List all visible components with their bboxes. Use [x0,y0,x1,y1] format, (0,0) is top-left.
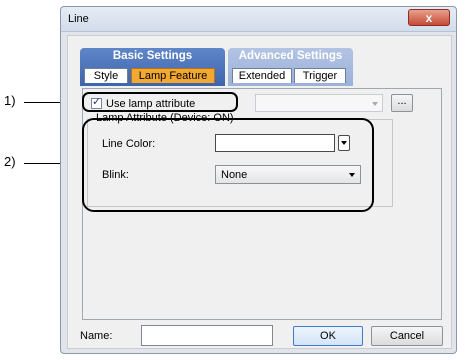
name-input[interactable] [141,325,273,346]
device-combo[interactable] [255,94,383,112]
title-bar: Line x [61,7,456,32]
tab-group-advanced-settings: Advanced Settings Extended Trigger [228,48,353,86]
annotation-2: 2) [4,154,16,169]
window-title: Line [68,13,89,25]
basic-settings-label: Basic Settings [112,50,193,62]
name-label: Name: [80,330,113,342]
browse-label: ... [397,95,407,107]
tab-extended[interactable]: Extended [232,68,292,83]
callout-2-highlight [82,118,374,212]
close-button[interactable]: x [408,9,450,26]
cancel-button[interactable]: Cancel [371,326,443,346]
chevron-down-icon [372,102,378,106]
close-icon: x [425,11,433,25]
cancel-label: Cancel [389,330,425,342]
annotation-1: 1) [4,93,16,108]
callout-1-highlight [82,92,238,112]
tab-trigger[interactable]: Trigger [294,68,346,83]
tab-style[interactable]: Style [84,68,128,83]
tab-lamp-feature[interactable]: Lamp Feature [131,68,215,83]
ok-label: OK [320,330,336,342]
advanced-settings-label: Advanced Settings [238,50,343,62]
tab-group-basic-settings: Basic Settings Style Lamp Feature [80,48,225,86]
browse-button[interactable]: ... [391,94,413,112]
ok-button[interactable]: OK [293,326,363,346]
